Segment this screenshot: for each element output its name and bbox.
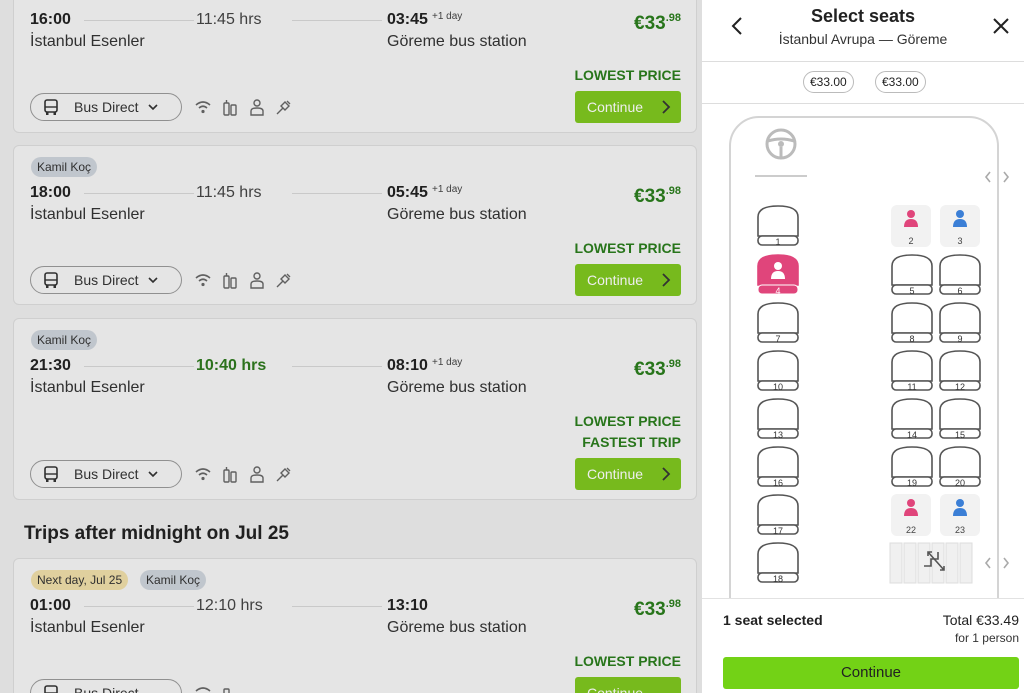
selected-count: 1 seat selected (723, 612, 823, 628)
seat-8[interactable]: 8 (889, 300, 935, 344)
seat-number: 5 (909, 286, 915, 296)
seat-selection-panel: Select seats İstanbul Avrupa — Göreme €3… (702, 0, 1024, 693)
seat-price-chip: €33.00 (803, 71, 854, 93)
seat-number: 11 (907, 382, 917, 392)
continue-button[interactable]: Continue (723, 657, 1019, 689)
seat-15[interactable]: 15 (937, 396, 983, 440)
seat-12[interactable]: 12 (937, 348, 983, 392)
seat-2-occupied: 2 (891, 205, 931, 247)
total-price: Total €33.49 (942, 612, 1019, 628)
per-person-note: for 1 person (954, 631, 1019, 645)
seat-6[interactable]: 6 (937, 252, 983, 296)
seat-5[interactable]: 5 (889, 252, 935, 296)
seat-number: 7 (775, 334, 781, 344)
deck-nav-arrows-icon[interactable] (984, 556, 1010, 570)
seat-23-occupied: 23 (940, 494, 980, 536)
seat-16[interactable]: 16 (755, 444, 801, 488)
seat-13[interactable]: 13 (755, 396, 801, 440)
seat-number: 17 (772, 526, 783, 536)
seat-number: 16 (772, 478, 783, 488)
selection-footer: 1 seat selected Total €33.49 for 1 perso… (702, 599, 1024, 693)
seat-number: 3 (957, 236, 963, 246)
seat-number: 8 (909, 334, 915, 344)
seat-9[interactable]: 9 (937, 300, 983, 344)
seat-10[interactable]: 10 (755, 348, 801, 392)
seat-22-occupied: 22 (891, 494, 931, 536)
seat-number: 23 (954, 525, 965, 535)
seat-number: 10 (772, 382, 783, 392)
seat-price-chip: €33.00 (875, 71, 926, 93)
seat-number: 15 (954, 430, 965, 440)
route-subtitle: İstanbul Avrupa — Göreme (778, 31, 948, 47)
seat-7[interactable]: 7 (755, 300, 801, 344)
seat-number: 4 (775, 286, 781, 296)
driver-divider (755, 175, 807, 177)
seat-20[interactable]: 20 (937, 444, 983, 488)
seat-number: 2 (908, 236, 914, 246)
panel-title: Select seats (810, 6, 916, 26)
seat-number: 19 (906, 478, 917, 488)
seat-number: 9 (957, 334, 963, 344)
seat-3-occupied: 3 (940, 205, 980, 247)
seat-4-selected[interactable]: 4 (755, 252, 801, 296)
seat-number: 22 (905, 525, 916, 535)
deck-nav-arrows-icon[interactable] (984, 170, 1010, 184)
seat-number: 6 (957, 286, 963, 296)
header-divider (702, 61, 1024, 62)
stairs-icon (889, 542, 973, 584)
seat-number: 20 (954, 478, 965, 488)
seat-number: 12 (954, 382, 965, 392)
seat-19[interactable]: 19 (889, 444, 935, 488)
seat-number: 1 (775, 237, 781, 247)
modal-backdrop[interactable] (0, 0, 702, 693)
chips-divider (702, 103, 1024, 104)
seat-number: 14 (906, 430, 917, 440)
seat-11[interactable]: 11 (889, 348, 935, 392)
seat-number: 18 (772, 574, 783, 584)
steering-wheel-icon (765, 128, 797, 160)
seat-1[interactable]: 1 (755, 203, 801, 247)
seat-17[interactable]: 17 (755, 492, 801, 536)
seat-14[interactable]: 14 (889, 396, 935, 440)
trip-list: 16:00 İstanbul Esenler 11:45 hrs 03:45 +… (0, 0, 702, 693)
seat-18[interactable]: 18 (755, 540, 801, 584)
close-icon[interactable] (992, 17, 1010, 35)
seat-number: 13 (772, 430, 783, 440)
